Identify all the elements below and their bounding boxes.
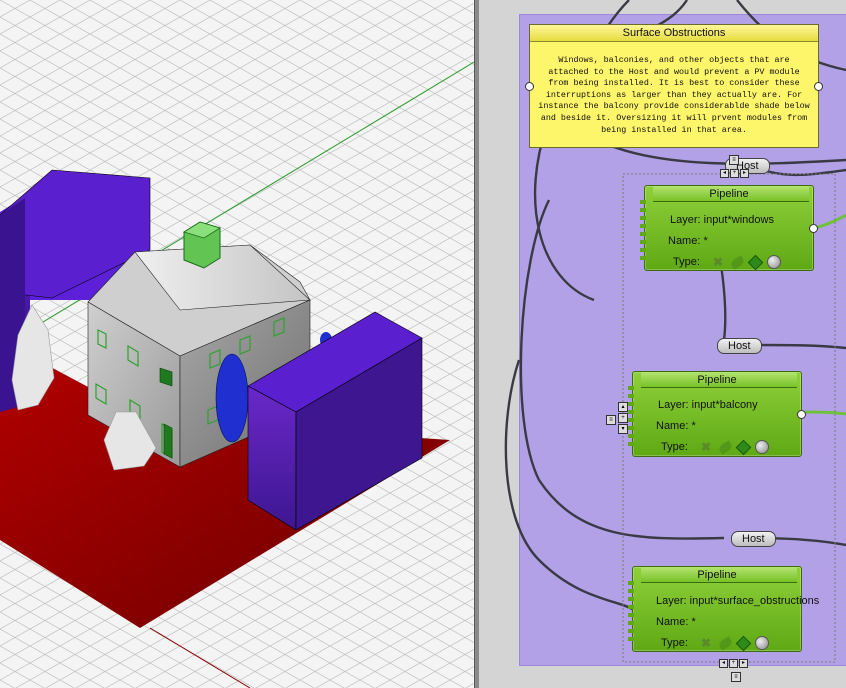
pipeline-title: Pipeline [709,188,749,200]
surface-type-icon[interactable] [717,635,734,651]
host-label: Host [728,340,751,352]
pipeline-type-label: Type: [661,637,688,649]
host-node-3[interactable]: Host [731,531,776,547]
brep-type-icon[interactable] [735,439,752,455]
pipeline-surface-obstructions[interactable]: Pipeline Layer: input*surface_obstructio… [628,566,819,652]
pipeline-type-label: Type: [673,256,700,268]
host-node-2[interactable]: Host [717,338,762,354]
plus-icon[interactable]: + [618,413,628,423]
pipeline-windows[interactable]: Pipeline Layer: input*windows Name: * Ty… [640,185,818,271]
arrow-left-icon[interactable]: ◂ [720,169,729,178]
pipeline-name: Name: * [668,235,708,247]
pipeline-layer: Layer: input*windows [670,214,774,226]
pipeline-name: Name: * [656,420,696,432]
grasshopper-canvas[interactable]: Surface Obstructions Windows, balconies,… [479,0,846,688]
note-input-port[interactable] [525,82,534,91]
surface-type-icon[interactable] [729,254,746,270]
pipeline-name: Name: * [656,616,696,628]
pipeline-type-label: Type: [661,441,688,453]
note-title: Surface Obstructions [530,25,818,42]
pipeline-output-port[interactable] [809,224,818,233]
list-icon[interactable]: ≡ [606,415,616,425]
arrow-up-icon[interactable]: ▴ [618,402,628,412]
curve-type-icon[interactable]: ✖ [701,637,713,649]
pipeline-title: Pipeline [697,569,737,581]
note-body: Windows, balconies, and other objects th… [538,55,810,135]
host-1-controls[interactable]: ◂ + ▸ [720,169,749,178]
pipeline-title: Pipeline [697,374,737,386]
list-icon[interactable]: ≡ [731,672,741,682]
brep-type-icon[interactable] [735,635,752,651]
arrow-down-icon[interactable]: ▾ [618,424,628,434]
list-icon[interactable]: ≡ [729,155,739,165]
curve-type-icon[interactable]: ✖ [713,256,725,268]
host-label: Host [742,533,765,545]
plus-icon[interactable]: + [730,169,739,178]
curve-type-icon[interactable]: ✖ [701,441,713,453]
surface-obstructions-note[interactable]: Surface Obstructions Windows, balconies,… [529,24,819,148]
plus-icon[interactable]: + [729,659,738,668]
arrow-right-icon[interactable]: ▸ [740,169,749,178]
blue-obstruction [215,353,249,443]
viewport-scene [0,0,474,688]
note-output-port[interactable] [814,82,823,91]
pipeline-layer: Layer: input*surface_obstructions [656,595,820,607]
brep-type-icon[interactable] [747,254,764,270]
pipeline-output-port[interactable] [797,410,806,419]
surface-type-icon[interactable] [717,439,734,455]
rhino-viewport[interactable] [0,0,474,688]
arrow-left-icon[interactable]: ◂ [719,659,728,668]
bottom-controls[interactable]: ◂ + ▸ [719,659,748,668]
arrow-right-icon[interactable]: ▸ [739,659,748,668]
mesh-type-icon[interactable] [755,440,769,454]
mesh-type-icon[interactable] [767,255,781,269]
pipeline-2-side-controls[interactable]: ▴ + ▾ [618,402,628,434]
pipeline-balcony[interactable]: Pipeline Layer: input*balcony Name: * Ty… [628,371,806,457]
pipeline-layer: Layer: input*balcony [658,399,758,411]
mesh-type-icon[interactable] [755,636,769,650]
